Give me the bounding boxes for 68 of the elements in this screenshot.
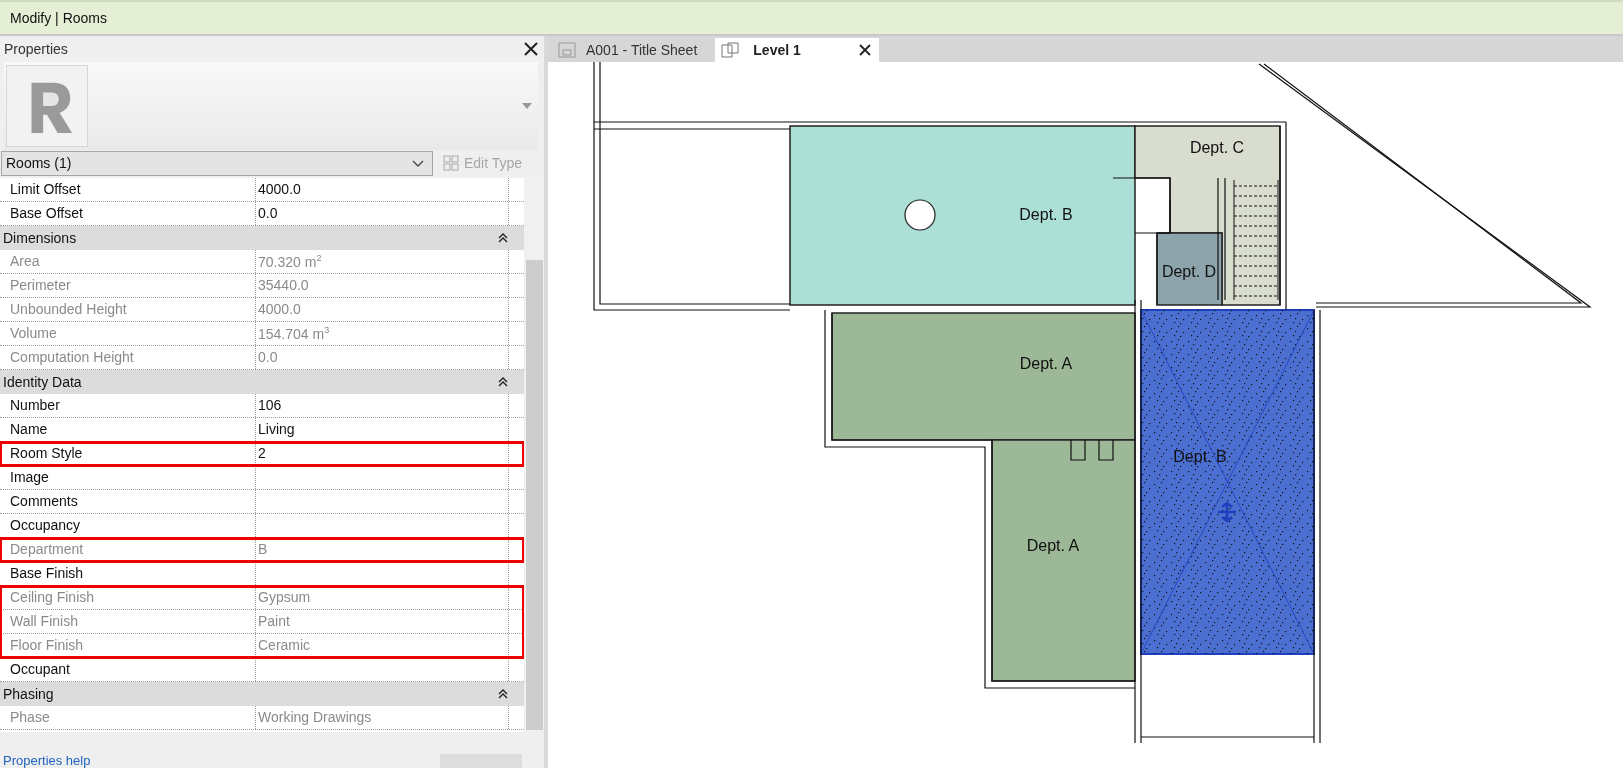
- context-title: Modify | Rooms: [10, 10, 107, 26]
- room-tag[interactable]: Dept. D: [1161, 263, 1217, 280]
- room-tag[interactable]: Dept. A: [1026, 537, 1080, 554]
- property-value[interactable]: 0.0: [256, 202, 509, 225]
- property-label: Number: [0, 394, 256, 417]
- collapse-icon[interactable]: [498, 377, 508, 387]
- view-tab[interactable]: A001 - Title Sheet: [552, 38, 712, 62]
- property-label: Base Offset: [0, 202, 256, 225]
- group-label: Dimensions: [3, 230, 77, 246]
- group-header[interactable]: Dimensions: [0, 226, 524, 250]
- property-label: Wall Finish: [0, 610, 256, 633]
- property-label: Ceiling Finish: [0, 586, 256, 609]
- room-tag[interactable]: Dept. B: [1019, 206, 1073, 223]
- property-label: Base Finish: [0, 562, 256, 585]
- floor-plan-icon: [721, 42, 740, 58]
- view-tab[interactable]: Level 1: [715, 38, 879, 62]
- room-tag[interactable]: Dept. C: [1189, 139, 1245, 156]
- group-label: Phasing: [3, 686, 54, 702]
- property-label: Phase: [0, 706, 256, 729]
- property-value[interactable]: 106: [256, 394, 509, 417]
- room-area[interactable]: [831, 312, 1136, 441]
- property-label: Area: [0, 250, 256, 273]
- collapse-icon[interactable]: [498, 689, 508, 699]
- property-value: 70.320 m$^{2}$: [256, 250, 509, 273]
- property-value: Ceramic: [256, 634, 509, 657]
- room-area[interactable]: [1156, 232, 1223, 306]
- property-label: Limit Offset: [0, 178, 256, 201]
- group-header[interactable]: Identity Data: [0, 370, 524, 394]
- type-selector[interactable]: Rooms (1): [1, 150, 433, 176]
- property-value: 0.0: [256, 346, 509, 369]
- column-symbol: [904, 199, 936, 231]
- collapse-icon[interactable]: [498, 233, 508, 243]
- room-area[interactable]: [991, 439, 1136, 682]
- property-label: Department: [0, 538, 256, 561]
- property-label: Floor Finish: [0, 634, 256, 657]
- property-value[interactable]: 4000.0: [256, 178, 509, 201]
- room-tag[interactable]: Dept. A: [1019, 355, 1073, 372]
- property-label: Name: [0, 418, 256, 441]
- group-label: Identity Data: [3, 374, 82, 390]
- group-header[interactable]: Phasing: [0, 682, 524, 706]
- property-value: Gypsum: [256, 586, 509, 609]
- property-value: 4000.0: [256, 298, 509, 321]
- property-label: Image: [0, 466, 256, 489]
- property-label: Perimeter: [0, 274, 256, 297]
- property-value[interactable]: 2: [256, 442, 509, 465]
- scroll-thumb[interactable]: [525, 260, 543, 730]
- property-value: 35440.0: [256, 274, 509, 297]
- property-label: Volume: [0, 322, 256, 345]
- property-label: Unbounded Height: [0, 298, 256, 321]
- chevron-down-icon: [412, 159, 424, 167]
- property-label: Occupant: [0, 658, 256, 681]
- property-label: Computation Height: [0, 346, 256, 369]
- property-value: 154.704 m$^{3}$: [256, 322, 509, 345]
- property-label: Comments: [0, 490, 256, 513]
- property-value: Working Drawings: [256, 706, 509, 729]
- panel-title: Properties: [4, 41, 68, 57]
- sheet-icon: [558, 42, 576, 58]
- move-handle-icon[interactable]: [1216, 501, 1238, 523]
- property-value: B: [256, 538, 509, 561]
- property-value: Paint: [256, 610, 509, 633]
- type-properties-icon: [443, 155, 459, 171]
- room-tag[interactable]: Dept. B: [1173, 448, 1227, 465]
- close-icon[interactable]: [524, 42, 538, 56]
- properties-help-link[interactable]: Properties help: [3, 753, 91, 768]
- property-value[interactable]: Living: [256, 418, 509, 441]
- property-label: Room Style: [0, 442, 256, 465]
- property-label: Occupancy: [0, 514, 256, 537]
- close-icon[interactable]: [858, 44, 871, 56]
